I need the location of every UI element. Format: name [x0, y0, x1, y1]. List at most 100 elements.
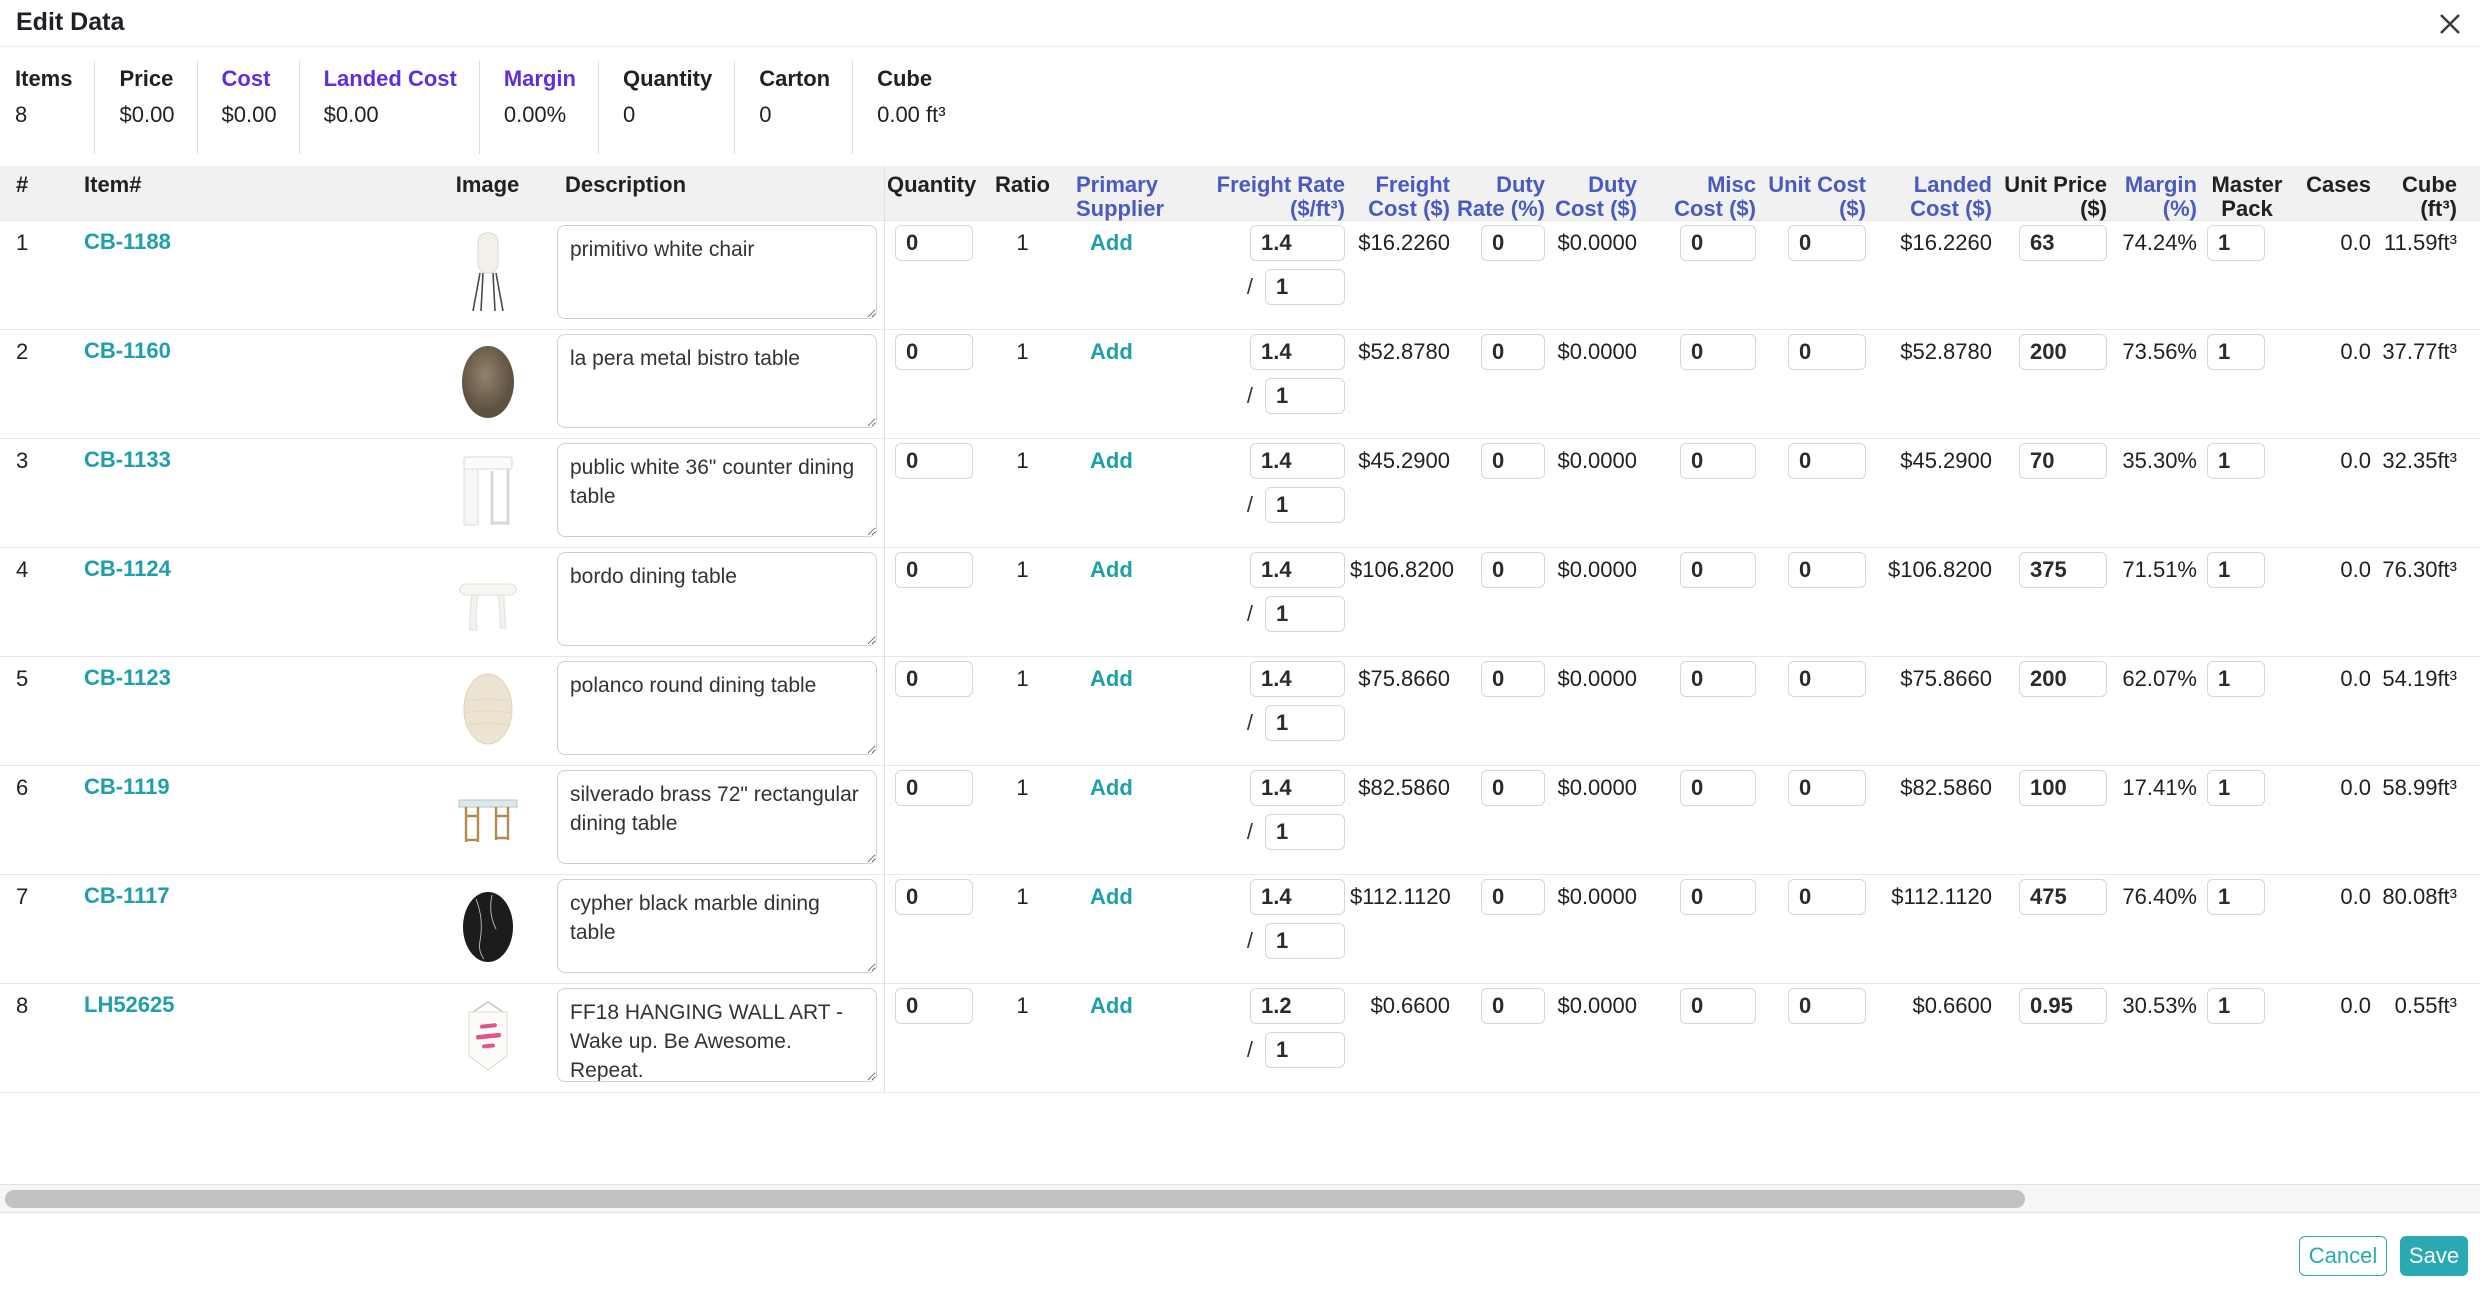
master-pack-input[interactable] — [2207, 879, 2265, 915]
duty-rate-input[interactable] — [1481, 334, 1545, 370]
unit-cost-input[interactable] — [1788, 552, 1866, 588]
unit-price-input[interactable] — [2019, 879, 2107, 915]
unit-price-input[interactable] — [2019, 988, 2107, 1024]
horizontal-scrollbar-thumb[interactable] — [5, 1190, 2025, 1208]
duty-rate-input[interactable] — [1481, 225, 1545, 261]
quantity-input[interactable] — [895, 988, 973, 1024]
item-link[interactable]: CB-1133 — [70, 443, 420, 477]
misc-cost-input[interactable] — [1680, 552, 1756, 588]
freight-rate-input[interactable] — [1250, 334, 1345, 370]
unit-cost-input[interactable] — [1788, 334, 1866, 370]
description-textarea[interactable]: public white 36" counter dining table — [557, 443, 877, 537]
save-button[interactable]: Save — [2400, 1236, 2468, 1276]
add-supplier-link[interactable]: Add — [1060, 552, 1170, 588]
margin-value: 35.30% — [2112, 443, 2197, 479]
freight-per-input[interactable] — [1265, 378, 1345, 414]
misc-cost-input[interactable] — [1680, 988, 1756, 1024]
description-textarea[interactable]: la pera metal bistro table — [557, 334, 877, 428]
unit-cost-input[interactable] — [1788, 661, 1866, 697]
freight-rate-input[interactable] — [1250, 225, 1345, 261]
misc-cost-input[interactable] — [1680, 770, 1756, 806]
quantity-input[interactable] — [895, 552, 973, 588]
description-textarea[interactable]: primitivo white chair — [557, 225, 877, 319]
duty-rate-input[interactable] — [1481, 661, 1545, 697]
add-supplier-link[interactable]: Add — [1060, 770, 1170, 806]
description-textarea[interactable]: polanco round dining table — [557, 661, 877, 755]
freight-per-input[interactable] — [1265, 487, 1345, 523]
item-link[interactable]: CB-1119 — [70, 770, 420, 804]
unit-cost-input[interactable] — [1788, 225, 1866, 261]
misc-cost-input[interactable] — [1680, 443, 1756, 479]
freight-per-input[interactable] — [1265, 705, 1345, 741]
description-textarea[interactable]: cypher black marble dining table — [557, 879, 877, 973]
master-pack-input[interactable] — [2207, 443, 2265, 479]
unit-cost-input[interactable] — [1788, 879, 1866, 915]
freight-per-input[interactable] — [1265, 269, 1345, 305]
unit-cost-input[interactable] — [1788, 443, 1866, 479]
freight-rate-input[interactable] — [1250, 879, 1345, 915]
freight-rate-input[interactable] — [1250, 988, 1345, 1024]
description-textarea[interactable]: bordo dining table — [557, 552, 877, 646]
unit-price-input[interactable] — [2019, 661, 2107, 697]
master-pack-input[interactable] — [2207, 334, 2265, 370]
duty-rate-input[interactable] — [1481, 552, 1545, 588]
add-supplier-link[interactable]: Add — [1060, 334, 1170, 370]
add-supplier-link[interactable]: Add — [1060, 661, 1170, 697]
duty-rate-input[interactable] — [1481, 443, 1545, 479]
horizontal-scrollbar-track[interactable] — [0, 1184, 2480, 1213]
unit-price-input[interactable] — [2019, 334, 2107, 370]
misc-cost-input[interactable] — [1680, 334, 1756, 370]
add-supplier-link[interactable]: Add — [1060, 225, 1170, 261]
freight-per-input[interactable] — [1265, 596, 1345, 632]
freight-per-input[interactable] — [1265, 1032, 1345, 1068]
misc-cost-input[interactable] — [1680, 225, 1756, 261]
ratio-value-cell: 1 — [985, 548, 1060, 656]
product-image-white-chair — [420, 221, 555, 329]
cancel-button[interactable]: Cancel — [2299, 1236, 2387, 1276]
duty-rate-input[interactable] — [1481, 988, 1545, 1024]
freight-rate-input[interactable] — [1250, 661, 1345, 697]
misc-cost-input[interactable] — [1680, 879, 1756, 915]
item-link[interactable]: CB-1124 — [70, 552, 420, 586]
unit-price-input[interactable] — [2019, 770, 2107, 806]
unit-price-input[interactable] — [2019, 443, 2107, 479]
header-line1: Cases — [2292, 173, 2371, 197]
quantity-input[interactable] — [895, 879, 973, 915]
master-pack-input[interactable] — [2207, 552, 2265, 588]
freight-per-input[interactable] — [1265, 923, 1345, 959]
freight-per-input[interactable] — [1265, 814, 1345, 850]
add-supplier-link[interactable]: Add — [1060, 879, 1170, 915]
master-pack-input[interactable] — [2207, 661, 2265, 697]
unit-price-input[interactable] — [2019, 552, 2107, 588]
quantity-input[interactable] — [895, 443, 973, 479]
master-pack-input[interactable] — [2207, 225, 2265, 261]
description-textarea-cell: primitivo white chair — [555, 221, 885, 329]
quantity-input[interactable] — [895, 334, 973, 370]
summary-cost-value: $0.00 — [222, 102, 277, 128]
duty-rate-input[interactable] — [1481, 879, 1545, 915]
item-link[interactable]: LH52625 — [70, 988, 420, 1022]
quantity-input[interactable] — [895, 225, 973, 261]
add-supplier-link[interactable]: Add — [1060, 988, 1170, 1024]
unit-cost-input[interactable] — [1788, 770, 1866, 806]
quantity-input[interactable] — [895, 770, 973, 806]
add-supplier-link[interactable]: Add — [1060, 443, 1170, 479]
item-link[interactable]: CB-1188 — [70, 225, 420, 259]
master-pack-input[interactable] — [2207, 770, 2265, 806]
unit-price-input[interactable] — [2019, 225, 2107, 261]
close-icon[interactable] — [2436, 10, 2464, 38]
duty-rate-input[interactable] — [1481, 770, 1545, 806]
description-textarea[interactable]: silverado brass 72" rectangular dining t… — [557, 770, 877, 864]
master-pack-input[interactable] — [2207, 988, 2265, 1024]
item-link[interactable]: CB-1123 — [70, 661, 420, 695]
unit-cost-input[interactable] — [1788, 988, 1866, 1024]
item-link[interactable]: CB-1160 — [70, 334, 420, 368]
description-textarea[interactable]: FF18 HANGING WALL ART - Wake up. Be Awes… — [557, 988, 877, 1082]
summary-cost-label: Cost — [222, 65, 277, 93]
item-link[interactable]: CB-1117 — [70, 879, 420, 913]
freight-rate-input[interactable] — [1250, 770, 1345, 806]
freight-rate-input[interactable] — [1250, 443, 1345, 479]
misc-cost-input[interactable] — [1680, 661, 1756, 697]
freight-rate-input[interactable] — [1250, 552, 1345, 588]
quantity-input[interactable] — [895, 661, 973, 697]
